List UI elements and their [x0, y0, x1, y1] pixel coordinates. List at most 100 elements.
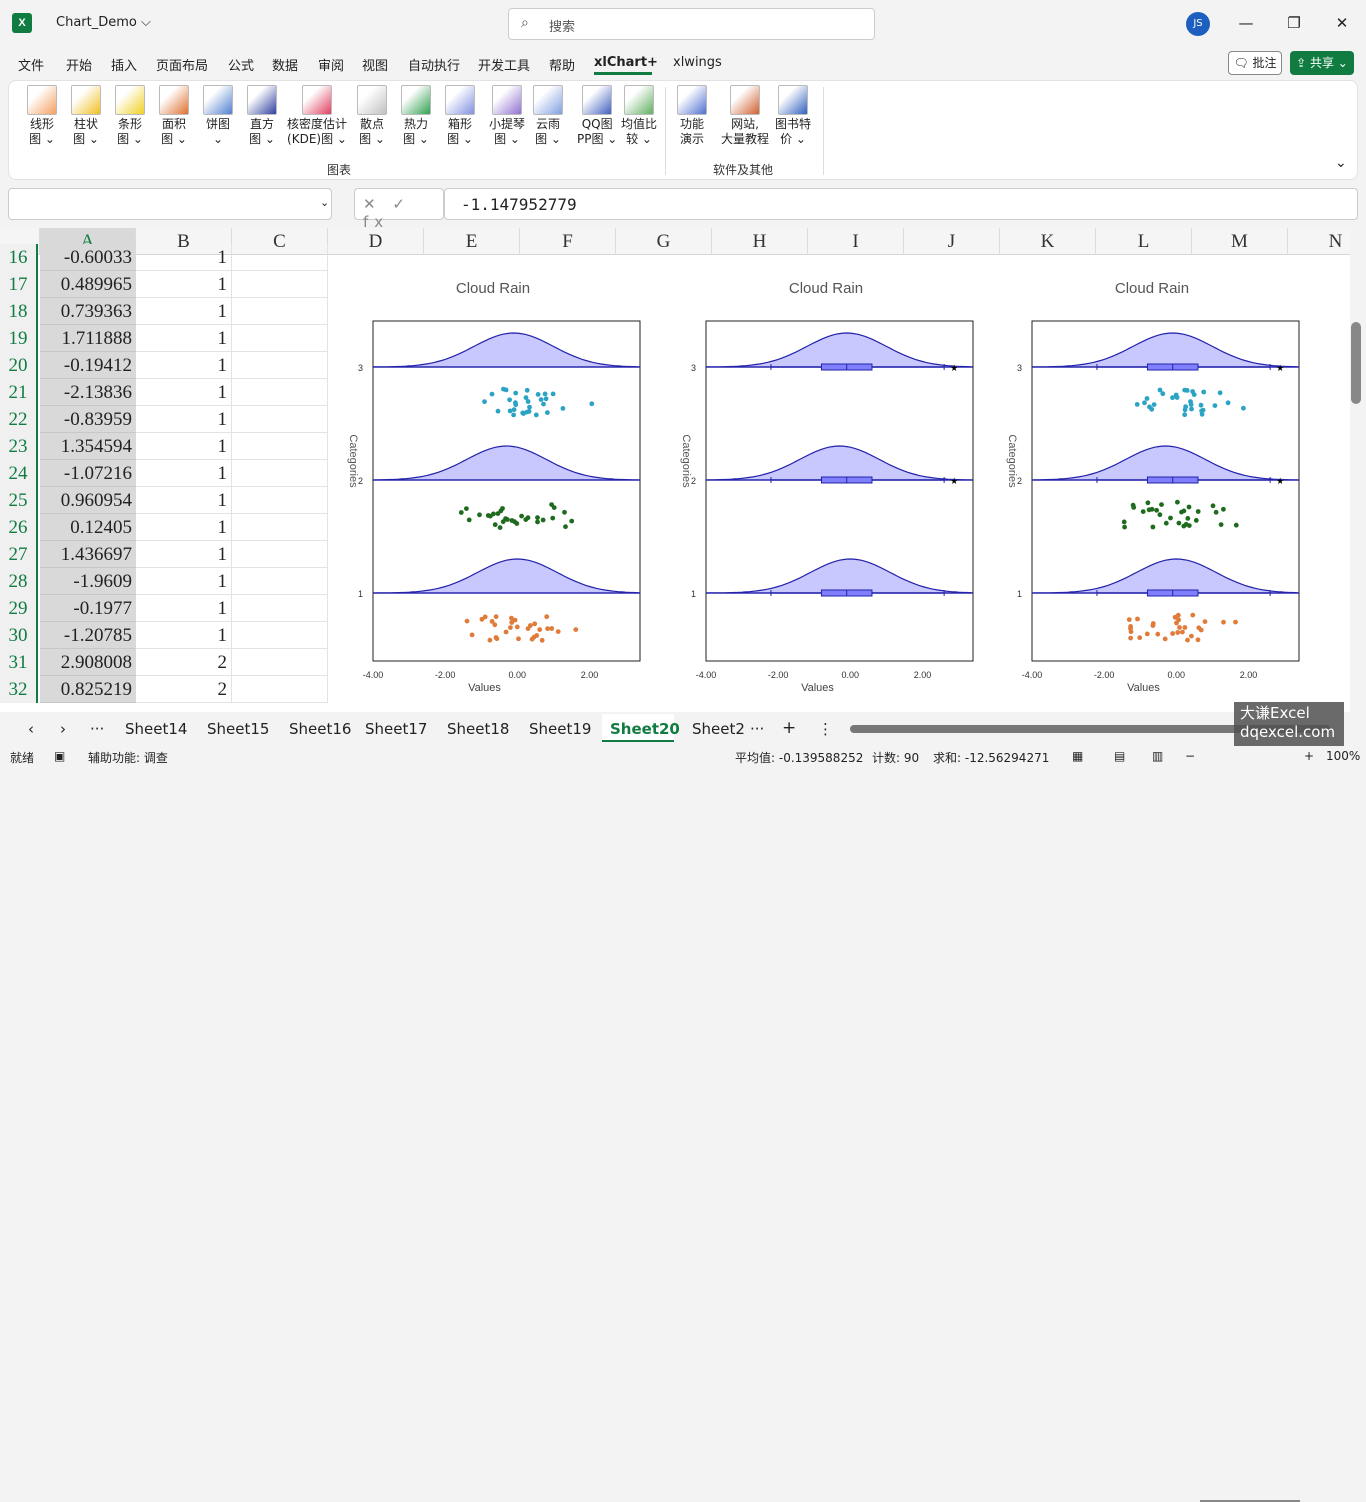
cell-a[interactable]: -0.19412 [40, 352, 136, 379]
cell-c[interactable] [232, 244, 328, 271]
search-box[interactable]: ⌕ 搜索 [508, 8, 875, 40]
cell-b[interactable]: 1 [136, 568, 232, 595]
cell-c[interactable] [232, 487, 328, 514]
cell-a[interactable]: -1.9609 [40, 568, 136, 595]
cell-b[interactable]: 1 [136, 271, 232, 298]
cell-b[interactable]: 2 [136, 676, 232, 703]
cell-c[interactable] [232, 406, 328, 433]
menu-home[interactable]: 开始 [66, 55, 92, 74]
minimize-button[interactable]: — [1231, 10, 1261, 36]
row-header[interactable]: 21 [0, 379, 38, 406]
chart-1[interactable]: Cloud Rain 1 2 3 -4.00 -2.00 0.00 2.00 Values Cat… [328, 255, 658, 712]
comment-button[interactable]: 🗨 批注 [1228, 51, 1282, 75]
sheet-tab-sheet2[interactable]: Sheet2 [692, 720, 745, 738]
ribbon-button-pie-chart[interactable]: 饼图 ⌄ [203, 85, 233, 147]
cell-b[interactable]: 1 [136, 622, 232, 649]
row-header[interactable]: 32 [0, 676, 38, 703]
normal-view-icon[interactable]: ▦ [1072, 749, 1083, 763]
menu-developer[interactable]: 开发工具 [478, 55, 530, 74]
ribbon-button-book[interactable]: 图书特 价 ⌄ [775, 85, 811, 147]
ribbon-button-bar-chart[interactable]: 条形 图 ⌄ [115, 85, 145, 147]
ribbon-button-column-chart[interactable]: 柱状 图 ⌄ [71, 85, 101, 147]
ribbon-button-mean-compare[interactable]: 均值比 较 ⌄ [621, 85, 657, 147]
ribbon-button-violin[interactable]: 小提琴 图 ⌄ [489, 85, 525, 147]
ribbon-button-heatmap[interactable]: 热力 图 ⌄ [401, 85, 431, 147]
vertical-scrollbar[interactable] [1350, 228, 1366, 712]
more-tabs-icon[interactable]: ··· [750, 720, 764, 738]
sheet-tab-sheet18[interactable]: Sheet18 [447, 720, 509, 738]
sheet-tab-sheet14[interactable]: Sheet14 [125, 720, 187, 738]
sheet-tab-sheet15[interactable]: Sheet15 [207, 720, 269, 738]
cell-a[interactable]: 1.354594 [40, 433, 136, 460]
row-header[interactable]: 30 [0, 622, 38, 649]
chart-area[interactable]: Cloud Rain 1 2 3 -4.00 -2.00 0.00 2.00 Values Cat… [328, 255, 1318, 712]
avatar[interactable]: JS [1186, 12, 1210, 36]
cell-c[interactable] [232, 541, 328, 568]
cell-b[interactable]: 1 [136, 352, 232, 379]
zoom-in-icon[interactable]: + [1304, 749, 1314, 763]
menu-insert[interactable]: 插入 [111, 55, 137, 74]
formula-input[interactable]: -1.147952779 [444, 188, 1358, 220]
row-header[interactable]: 25 [0, 487, 38, 514]
cell-a[interactable]: 2.908008 [40, 649, 136, 676]
cell-a[interactable]: 0.825219 [40, 676, 136, 703]
cell-a[interactable]: -1.20785 [40, 622, 136, 649]
menu-help[interactable]: 帮助 [549, 55, 575, 74]
ribbon-button-raincloud[interactable]: 云雨 图 ⌄ [533, 85, 563, 147]
cell-b[interactable]: 1 [136, 433, 232, 460]
cell-c[interactable] [232, 649, 328, 676]
row-header[interactable]: 17 [0, 271, 38, 298]
row-header[interactable]: 16 [0, 244, 38, 271]
menu-view[interactable]: 视图 [362, 55, 388, 74]
cell-c[interactable] [232, 514, 328, 541]
cell-b[interactable]: 1 [136, 298, 232, 325]
cell-a[interactable]: 0.489965 [40, 271, 136, 298]
prev-sheet-icon[interactable]: ‹ [28, 720, 34, 738]
menu-xlchart[interactable]: xlChart+ [594, 55, 658, 70]
name-box[interactable] [8, 188, 332, 220]
ribbon-button-boxplot[interactable]: 箱形 图 ⌄ [445, 85, 475, 147]
formula-buttons[interactable]: ✕ ✓ fx [354, 188, 444, 231]
cell-a[interactable]: 0.739363 [40, 298, 136, 325]
vertical-scroll-thumb[interactable] [1351, 322, 1361, 404]
menu-page-layout[interactable]: 页面布局 [156, 55, 208, 74]
cell-c[interactable] [232, 298, 328, 325]
ribbon-button-scatter[interactable]: 散点 图 ⌄ [357, 85, 387, 147]
row-header[interactable]: 29 [0, 595, 38, 622]
menu-formulas[interactable]: 公式 [228, 55, 254, 74]
more-sheets-icon[interactable]: ··· [90, 720, 104, 738]
cell-b[interactable]: 1 [136, 487, 232, 514]
cell-c[interactable] [232, 622, 328, 649]
tab-options-icon[interactable]: ⋮ [818, 720, 833, 738]
menu-xlwings[interactable]: xlwings [673, 55, 722, 70]
row-header[interactable]: 28 [0, 568, 38, 595]
ribbon-button-qq[interactable]: QQ图 PP图 ⌄ [577, 85, 617, 147]
cell-c[interactable] [232, 379, 328, 406]
add-sheet-icon[interactable]: + [782, 718, 796, 738]
zoom-out-icon[interactable]: − [1185, 749, 1195, 763]
cell-a[interactable]: 1.711888 [40, 325, 136, 352]
ribbon-button-histogram[interactable]: 直方 图 ⌄ [247, 85, 277, 147]
chevron-down-icon[interactable]: ⌄ [320, 196, 329, 209]
cell-b[interactable]: 1 [136, 379, 232, 406]
ribbon-button-website[interactable]: 网站, 大量教程 [721, 85, 769, 147]
sheet-tab-sheet16[interactable]: Sheet16 [289, 720, 351, 738]
cell-c[interactable] [232, 325, 328, 352]
cell-a[interactable]: 0.12405 [40, 514, 136, 541]
cell-b[interactable]: 1 [136, 514, 232, 541]
menu-automate[interactable]: 自动执行 [408, 55, 460, 74]
cell-b[interactable]: 1 [136, 460, 232, 487]
cell-b[interactable]: 1 [136, 406, 232, 433]
cell-c[interactable] [232, 676, 328, 703]
cell-a[interactable]: -1.07216 [40, 460, 136, 487]
chart-2[interactable]: Cloud Rain 1 2 ★ 3 ★ -4.00 -2.00 0.00 2.00 Values C… [661, 255, 991, 712]
ribbon-button-kde[interactable]: 核密度估计 (KDE)图 ⌄ [287, 85, 347, 147]
cell-b[interactable]: 1 [136, 244, 232, 271]
cell-c[interactable] [232, 460, 328, 487]
page-break-icon[interactable]: ▥ [1152, 749, 1163, 763]
cell-c[interactable] [232, 433, 328, 460]
ribbon-collapse-icon[interactable]: ⌄ [1335, 155, 1347, 171]
cell-c[interactable] [232, 271, 328, 298]
cell-a[interactable]: -0.60033 [40, 244, 136, 271]
cell-b[interactable]: 1 [136, 595, 232, 622]
